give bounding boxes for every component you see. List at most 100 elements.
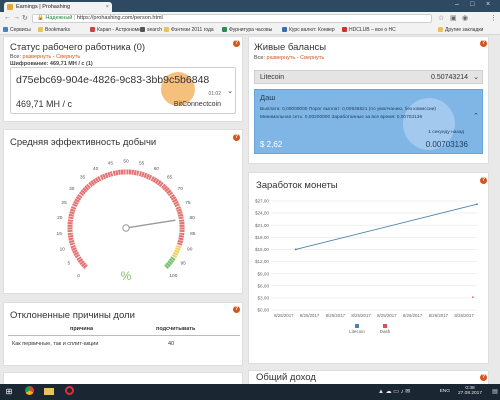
opera-taskbar-icon[interactable] (60, 384, 78, 400)
dash-name: Даш (260, 93, 276, 102)
tray-icons[interactable]: ▲ ☁ ▭ ♪ ✉ (378, 388, 438, 395)
address-bar: ← → ↻ 🔒 Надежный | https://prohashing.co… (0, 12, 500, 25)
earnings-chart: $27,00 $24,00 $21,00 $18,00 $15,00 $12,00 $9,0… (255, 199, 478, 334)
y-tick-label: $21,00 (255, 223, 269, 228)
gauge-ticks (65, 167, 187, 272)
gauge-tick-label: 35 (80, 175, 86, 181)
worker-card[interactable]: d75ebc69-904e-4826-9c83-3bb9c5b6848 01:0… (10, 67, 236, 114)
column-reason: причина (70, 326, 94, 332)
chevron-up-icon[interactable]: ⌃ (473, 112, 479, 120)
help-icon[interactable]: ? (480, 374, 487, 381)
clock[interactable]: 0:38 27.08.2017 (452, 386, 488, 396)
browser-tab[interactable]: Earnings | Prohashing × (4, 2, 112, 12)
litecoin-balance: 0.50743214 (431, 74, 468, 81)
menu-icon[interactable]: ⋮ (490, 14, 497, 22)
bookmark-other[interactable]: Другие закладки (438, 25, 483, 34)
expand-link[interactable]: развернуть (267, 55, 296, 61)
y-tick-label: $24,00 (255, 211, 269, 216)
chevron-down-icon[interactable]: ⌄ (227, 87, 233, 95)
help-icon[interactable]: ? (480, 177, 487, 184)
x-tick-label: 8/26/2017 (454, 313, 474, 318)
start-icon[interactable]: ⊞ (0, 384, 18, 400)
dash-payout-line: Выплата: 0,00000000 Порог выплат: 0,0053… (260, 107, 436, 112)
legend-swatch (355, 324, 359, 328)
tab-title: Earnings | Prohashing (16, 4, 71, 10)
language-indicator[interactable]: ENG (438, 389, 450, 394)
data-point-litecoin (476, 203, 478, 206)
bookmark-astronomy[interactable]: Карап - Астрономи (90, 25, 141, 34)
litecoin-row[interactable]: Litecoin 0.50743214 ⌄ (254, 70, 483, 84)
close-window-icon[interactable]: × (486, 1, 490, 8)
gauge-tick-label: 60 (154, 166, 160, 172)
gauge-tick-label: 100 (169, 273, 177, 279)
gauge-tick-label: 55 (139, 160, 145, 166)
x-tick-label: 8/25/2017 (300, 313, 320, 318)
reload-icon[interactable]: ↻ (22, 14, 28, 22)
extension-icon[interactable]: ▣ (450, 14, 457, 22)
dash-usd-value: $ 2,62 (260, 140, 283, 149)
y-tick-label: $3,00 (258, 295, 270, 300)
site-icon (342, 27, 347, 32)
gauge-tick-label: 95 (180, 261, 186, 267)
gauge-tick-labels: 05 10 15 20 25 30 35 40 45 50 55 60 65 70 75 80 85 90 9510… (57, 159, 196, 279)
gauge-tick-label: 20 (57, 215, 63, 221)
folder-icon (38, 27, 43, 32)
site-icon (140, 27, 145, 32)
secure-label: Надежный (45, 15, 73, 21)
notifications-icon[interactable]: ▤ (490, 384, 500, 400)
gauge-tick-label: 45 (108, 160, 114, 166)
close-tab-icon[interactable]: × (106, 2, 109, 12)
gauge-tick-label: 65 (167, 175, 173, 181)
reason-cell: Как первичные, так и сплит-акции (12, 341, 99, 347)
bookmarks-bar: Сервисы Bookmarks Карап - Астрономи sear… (0, 25, 500, 35)
efficiency-title: Средняя эффективность добычи (10, 137, 157, 148)
forward-icon[interactable]: → (13, 14, 20, 21)
help-icon[interactable]: ? (233, 134, 240, 141)
chrome-taskbar-icon[interactable] (20, 384, 38, 400)
x-tick-label: 8/25/2017 (377, 313, 397, 318)
gauge-tick-label: 0 (77, 273, 80, 279)
x-tick-label: 8/25/2017 (274, 313, 294, 318)
gauge-tick-label: 30 (69, 186, 75, 192)
help-icon[interactable]: ? (480, 40, 487, 47)
expand-link[interactable]: развернуть (23, 54, 52, 60)
dash-earned-line: Минимальная сеть: 0,00200000 Заработанны… (260, 115, 423, 120)
gauge-tick-label: 15 (57, 231, 63, 237)
x-tick-label: 8/25/2017 (326, 313, 346, 318)
y-tick-label: $12,00 (255, 259, 269, 264)
gauge-band (163, 255, 176, 270)
gauge-tick-label: 90 (187, 246, 193, 252)
chevron-down-icon[interactable]: ⌄ (473, 73, 479, 81)
collapse-link[interactable]: Свернуть (56, 54, 80, 60)
extension-icon-2[interactable]: ◉ (462, 14, 468, 22)
url-input[interactable]: 🔒 Надежный | https://prohashing.com/pers… (32, 14, 432, 23)
help-icon[interactable]: ? (233, 40, 240, 47)
dash-row[interactable]: Даш Выплата: 0,00000000 Порог выплат: 0,… (254, 89, 483, 154)
bookmark-bookmarks[interactable]: Bookmarks (38, 25, 70, 34)
bookmark-currency[interactable]: Курс валют: Конвер (282, 25, 335, 34)
bookmark-furniture[interactable]: Фурнитура часовы (222, 25, 272, 34)
lock-icon: 🔒 (37, 15, 44, 21)
star-icon[interactable]: ☆ (438, 14, 444, 22)
back-icon[interactable]: ← (4, 14, 11, 21)
minimize-icon[interactable]: – (455, 1, 459, 8)
gauge-tick-label: 50 (123, 159, 129, 165)
y-tick-label: $18,00 (255, 235, 269, 240)
tab-bar: Earnings | Prohashing × – □ × (0, 0, 500, 12)
worker-expand-links: Все: развернуть - Свернуть (10, 54, 81, 60)
gauge-tick-label: 40 (93, 166, 99, 172)
collapse-link[interactable]: Свернуть (300, 55, 324, 61)
maximize-icon[interactable]: □ (470, 1, 474, 8)
site-icon (282, 27, 287, 32)
bookmark-fantasy[interactable]: Фэнтези 2011 года (164, 25, 214, 34)
bookmark-hdclub[interactable]: HDCLUB – все о НС (342, 25, 396, 34)
bookmark-search[interactable]: search (140, 25, 162, 34)
apps-icon (3, 27, 8, 32)
earnings-title: Заработок монеты (256, 180, 338, 191)
explorer-taskbar-icon[interactable] (40, 384, 58, 400)
x-tick-label: 8/25/2017 (351, 313, 371, 318)
gauge-percent-sign: % (121, 269, 132, 283)
bookmark-services[interactable]: Сервисы (3, 25, 31, 34)
help-icon[interactable]: ? (233, 306, 240, 313)
litecoin-name: Litecoin (260, 74, 285, 81)
